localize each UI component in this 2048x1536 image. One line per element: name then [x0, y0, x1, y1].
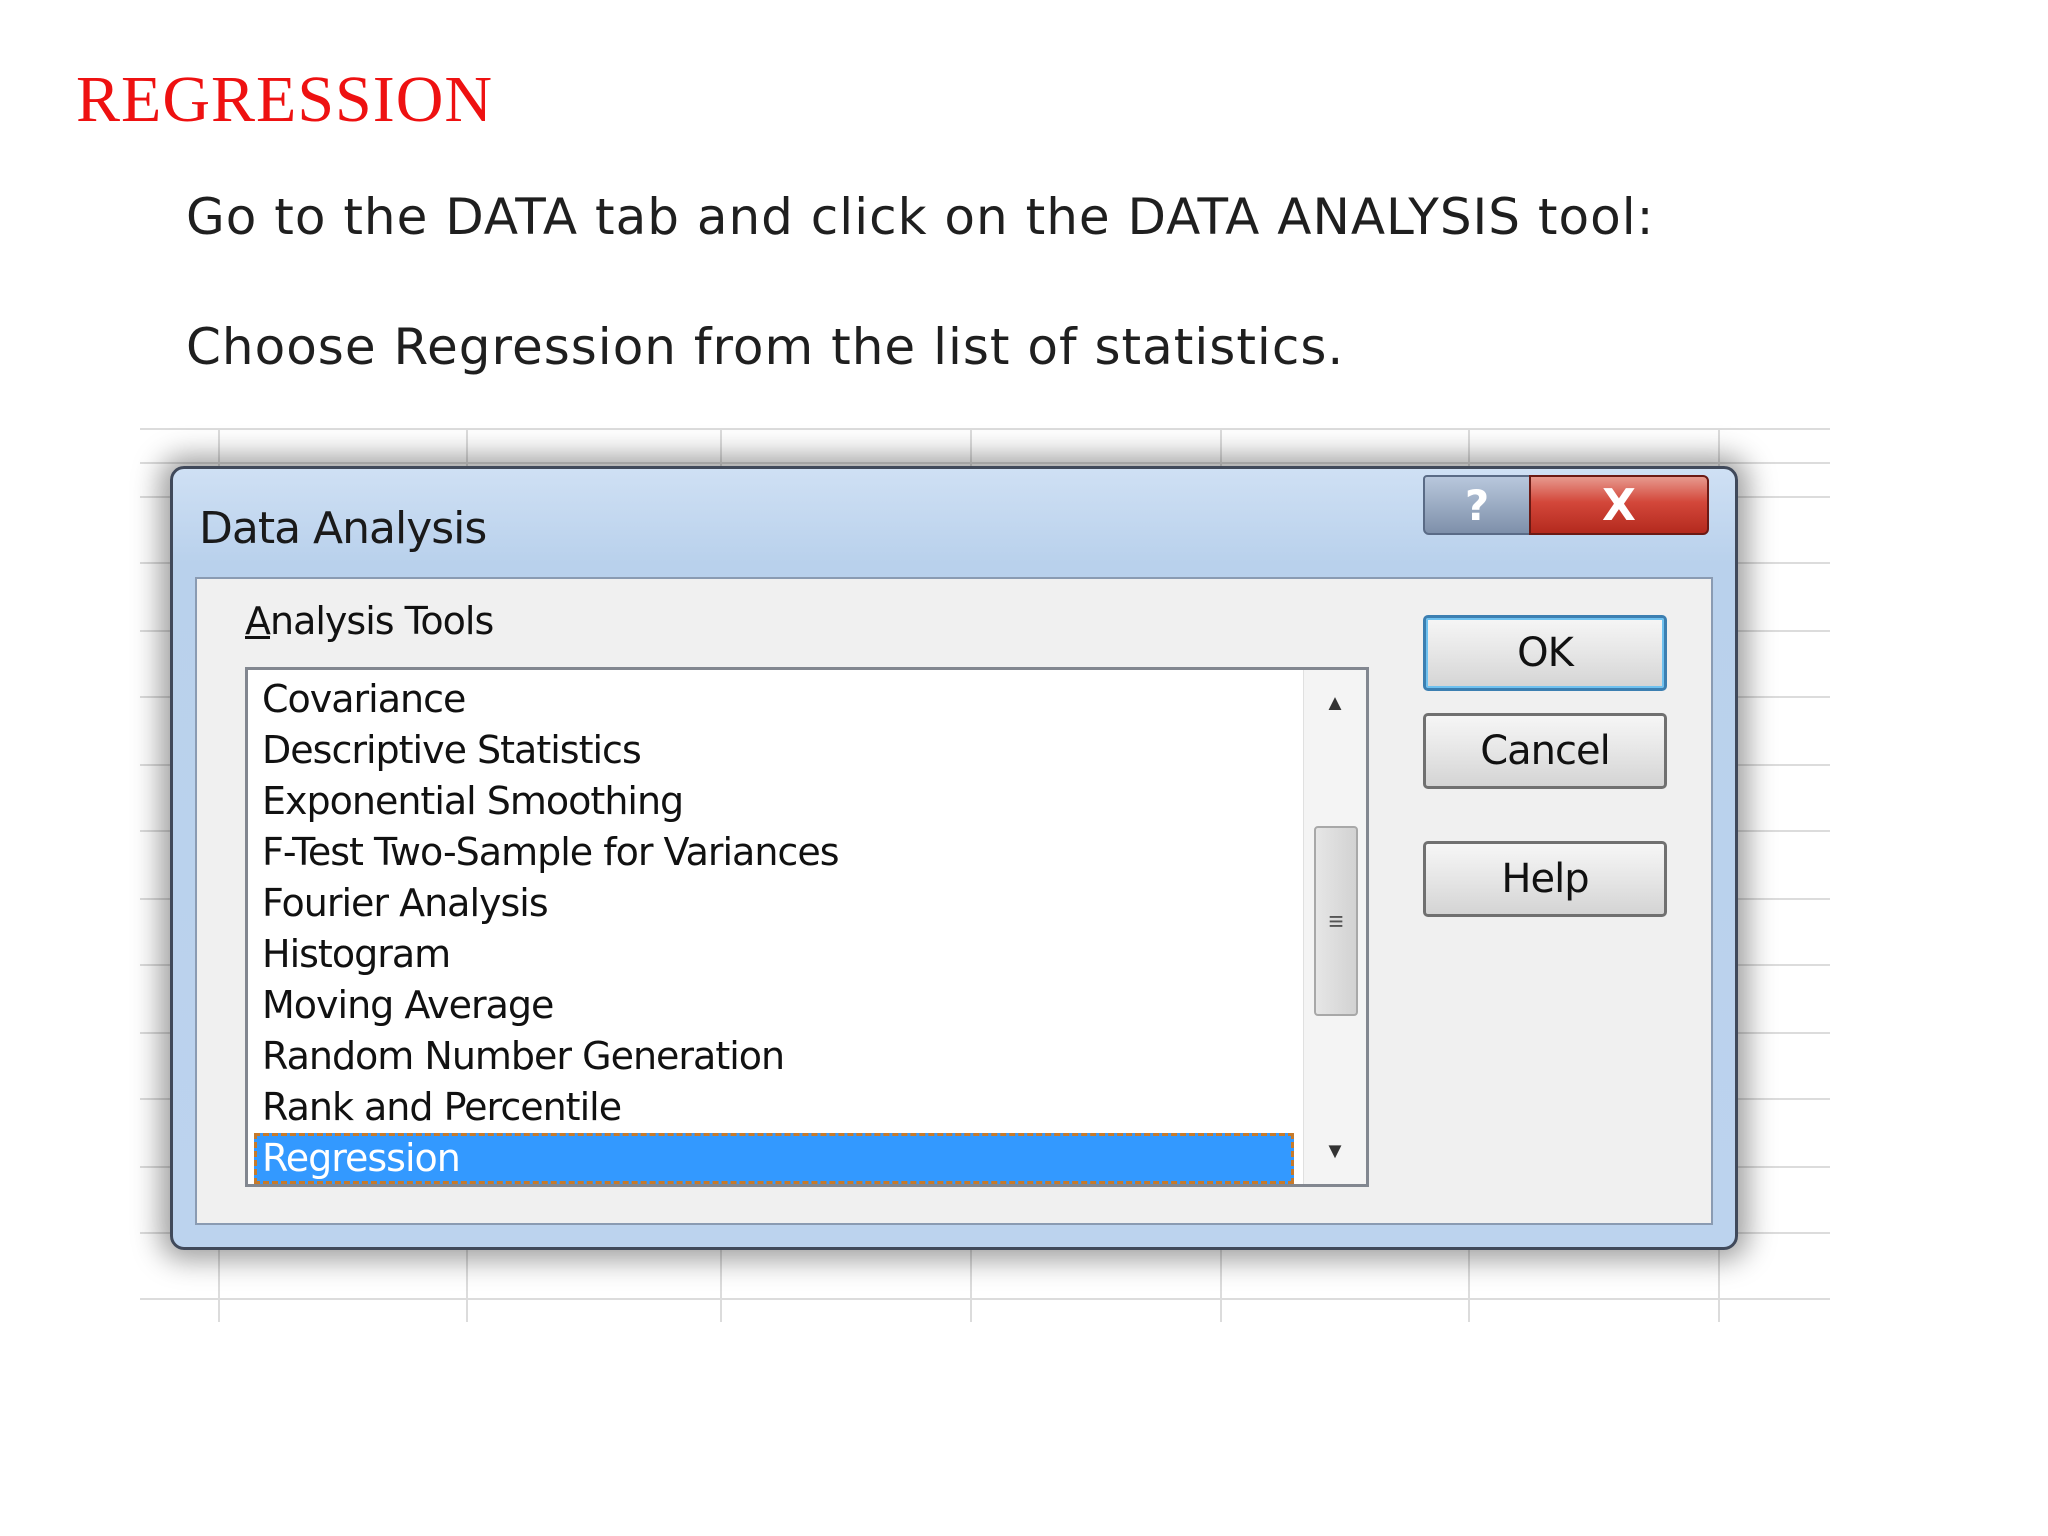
cancel-button[interactable]: Cancel: [1423, 713, 1667, 789]
list-item-regression-selected[interactable]: Regression: [254, 1133, 1294, 1184]
list-item-moving-average[interactable]: Moving Average: [254, 980, 1294, 1031]
list-item-rank-and-percentile[interactable]: Rank and Percentile: [254, 1082, 1294, 1133]
list-item-covariance[interactable]: Covariance: [254, 674, 1294, 725]
list-item-exponential-smoothing[interactable]: Exponential Smoothing: [254, 776, 1294, 827]
list-item-histogram[interactable]: Histogram: [254, 929, 1294, 980]
list-item-random-number-generation[interactable]: Random Number Generation: [254, 1031, 1294, 1082]
slide-title: REGRESSION: [76, 63, 494, 136]
analysis-tools-label-rest: nalysis Tools: [270, 599, 494, 643]
instruction-data-tab: Go to the DATA tab and click on the DATA…: [186, 188, 1655, 246]
analysis-tools-listbox[interactable]: Covariance Descriptive Statistics Expone…: [245, 667, 1369, 1187]
analysis-tools-label: Analysis Tools: [245, 599, 494, 643]
analysis-tools-list: Covariance Descriptive Statistics Expone…: [254, 674, 1294, 1184]
instruction-choose-regression: Choose Regression from the list of stati…: [186, 318, 1345, 376]
close-button[interactable]: X: [1529, 475, 1709, 535]
dialog-title: Data Analysis: [199, 503, 487, 554]
listbox-scrollbar[interactable]: ▲ ≡ ▼: [1303, 670, 1366, 1184]
question-mark-icon: ?: [1464, 480, 1490, 530]
help-button[interactable]: Help: [1423, 841, 1667, 917]
close-icon: X: [1602, 479, 1636, 531]
analysis-tools-label-mnemonic: A: [245, 599, 271, 643]
data-analysis-dialog: Data Analysis ? X Analysis Tools Covaria…: [170, 466, 1738, 1250]
help-question-button[interactable]: ?: [1423, 475, 1531, 535]
scroll-up-arrow-icon[interactable]: ▲: [1304, 678, 1366, 728]
list-item-fourier-analysis[interactable]: Fourier Analysis: [254, 878, 1294, 929]
scroll-grip-icon: ≡: [1328, 905, 1344, 936]
list-item-descriptive-statistics[interactable]: Descriptive Statistics: [254, 725, 1294, 776]
scroll-down-arrow-icon[interactable]: ▼: [1304, 1126, 1366, 1176]
scroll-thumb[interactable]: ≡: [1314, 826, 1358, 1016]
ok-button[interactable]: OK: [1423, 615, 1667, 691]
list-item-f-test[interactable]: F-Test Two-Sample for Variances: [254, 827, 1294, 878]
